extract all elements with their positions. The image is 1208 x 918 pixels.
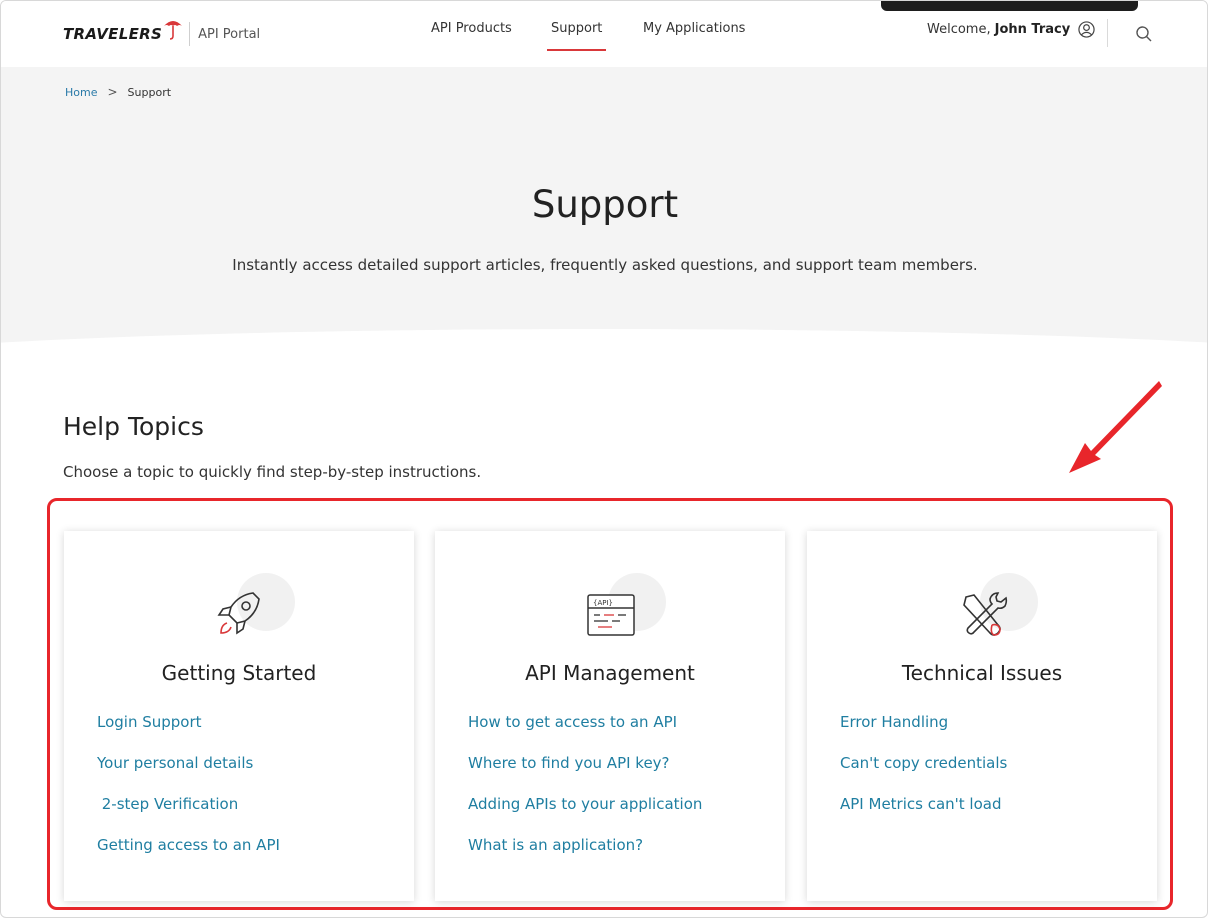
card-title: API Management: [525, 661, 695, 685]
site-header: TRAVELERS API Portal API Products Suppor…: [1, 1, 1207, 67]
link-2-step-verification[interactable]: 2-step Verification: [97, 793, 280, 834]
nav-support[interactable]: Support: [546, 21, 607, 51]
welcome-prefix: Welcome,: [927, 22, 991, 37]
help-topics-title: Help Topics: [63, 412, 204, 441]
nav-api-products[interactable]: API Products: [431, 21, 512, 36]
link-error-handling[interactable]: Error Handling: [840, 711, 1007, 752]
topic-card-technical-issues[interactable]: Technical Issues Error Handling Can't co…: [807, 531, 1157, 901]
card-link-list: Error Handling Can't copy credentials AP…: [840, 711, 1007, 834]
user-circle-icon[interactable]: [1078, 21, 1095, 38]
card-title: Technical Issues: [901, 661, 1063, 685]
card-link-list: Login Support Your personal details 2-st…: [97, 711, 280, 875]
hero-curve: [1, 329, 1207, 367]
card-icon-wrap: {API}: [570, 569, 666, 649]
breadcrumb-separator: >: [107, 85, 118, 99]
link-how-to-get-access[interactable]: How to get access to an API: [468, 711, 702, 752]
card-title: Getting Started: [161, 661, 317, 685]
page-title: Support: [531, 183, 679, 226]
api-icon-text: {API}: [593, 599, 613, 607]
header-divider: [1107, 19, 1108, 47]
user-name: John Tracy: [994, 22, 1071, 37]
help-topics-subtitle: Choose a topic to quickly find step-by-s…: [63, 463, 482, 481]
link-find-api-key[interactable]: Where to find you API key?: [468, 752, 702, 793]
breadcrumb-current: Support: [127, 85, 172, 99]
breadcrumb: Home > Support: [65, 85, 171, 99]
card-icon-wrap: [942, 569, 1038, 649]
page-frame: TRAVELERS API Portal API Products Suppor…: [0, 0, 1208, 918]
link-api-metrics[interactable]: API Metrics can't load: [840, 793, 1007, 834]
hero-banner: Home > Support Support Instantly access …: [1, 67, 1207, 367]
link-cant-copy-credentials[interactable]: Can't copy credentials: [840, 752, 1007, 793]
wrench-screwdriver-icon: [963, 592, 1008, 636]
search-icon[interactable]: [1135, 25, 1153, 43]
card-link-list: How to get access to an API Where to fin…: [468, 711, 702, 875]
nav-my-applications[interactable]: My Applications: [643, 21, 745, 36]
api-window-icon: {API}: [587, 594, 635, 636]
annotation-arrow-icon: [1069, 381, 1162, 473]
welcome-user[interactable]: Welcome, John Tracy: [927, 21, 1095, 38]
link-what-is-application[interactable]: What is an application?: [468, 834, 702, 875]
link-adding-apis[interactable]: Adding APIs to your application: [468, 793, 702, 834]
link-getting-access-api[interactable]: Getting access to an API: [97, 834, 280, 875]
topic-card-api-management[interactable]: {API} API Management How to get access t…: [435, 531, 785, 901]
top-dark-bar: [881, 1, 1138, 11]
card-icon-wrap: [199, 569, 295, 649]
rocket-icon: [217, 592, 260, 635]
link-personal-details[interactable]: Your personal details: [97, 752, 280, 793]
topic-card-getting-started[interactable]: Getting Started Login Support Your perso…: [64, 531, 414, 901]
breadcrumb-home[interactable]: Home: [65, 86, 97, 99]
page-subtitle: Instantly access detailed support articl…: [232, 256, 978, 274]
link-login-support[interactable]: Login Support: [97, 711, 280, 752]
